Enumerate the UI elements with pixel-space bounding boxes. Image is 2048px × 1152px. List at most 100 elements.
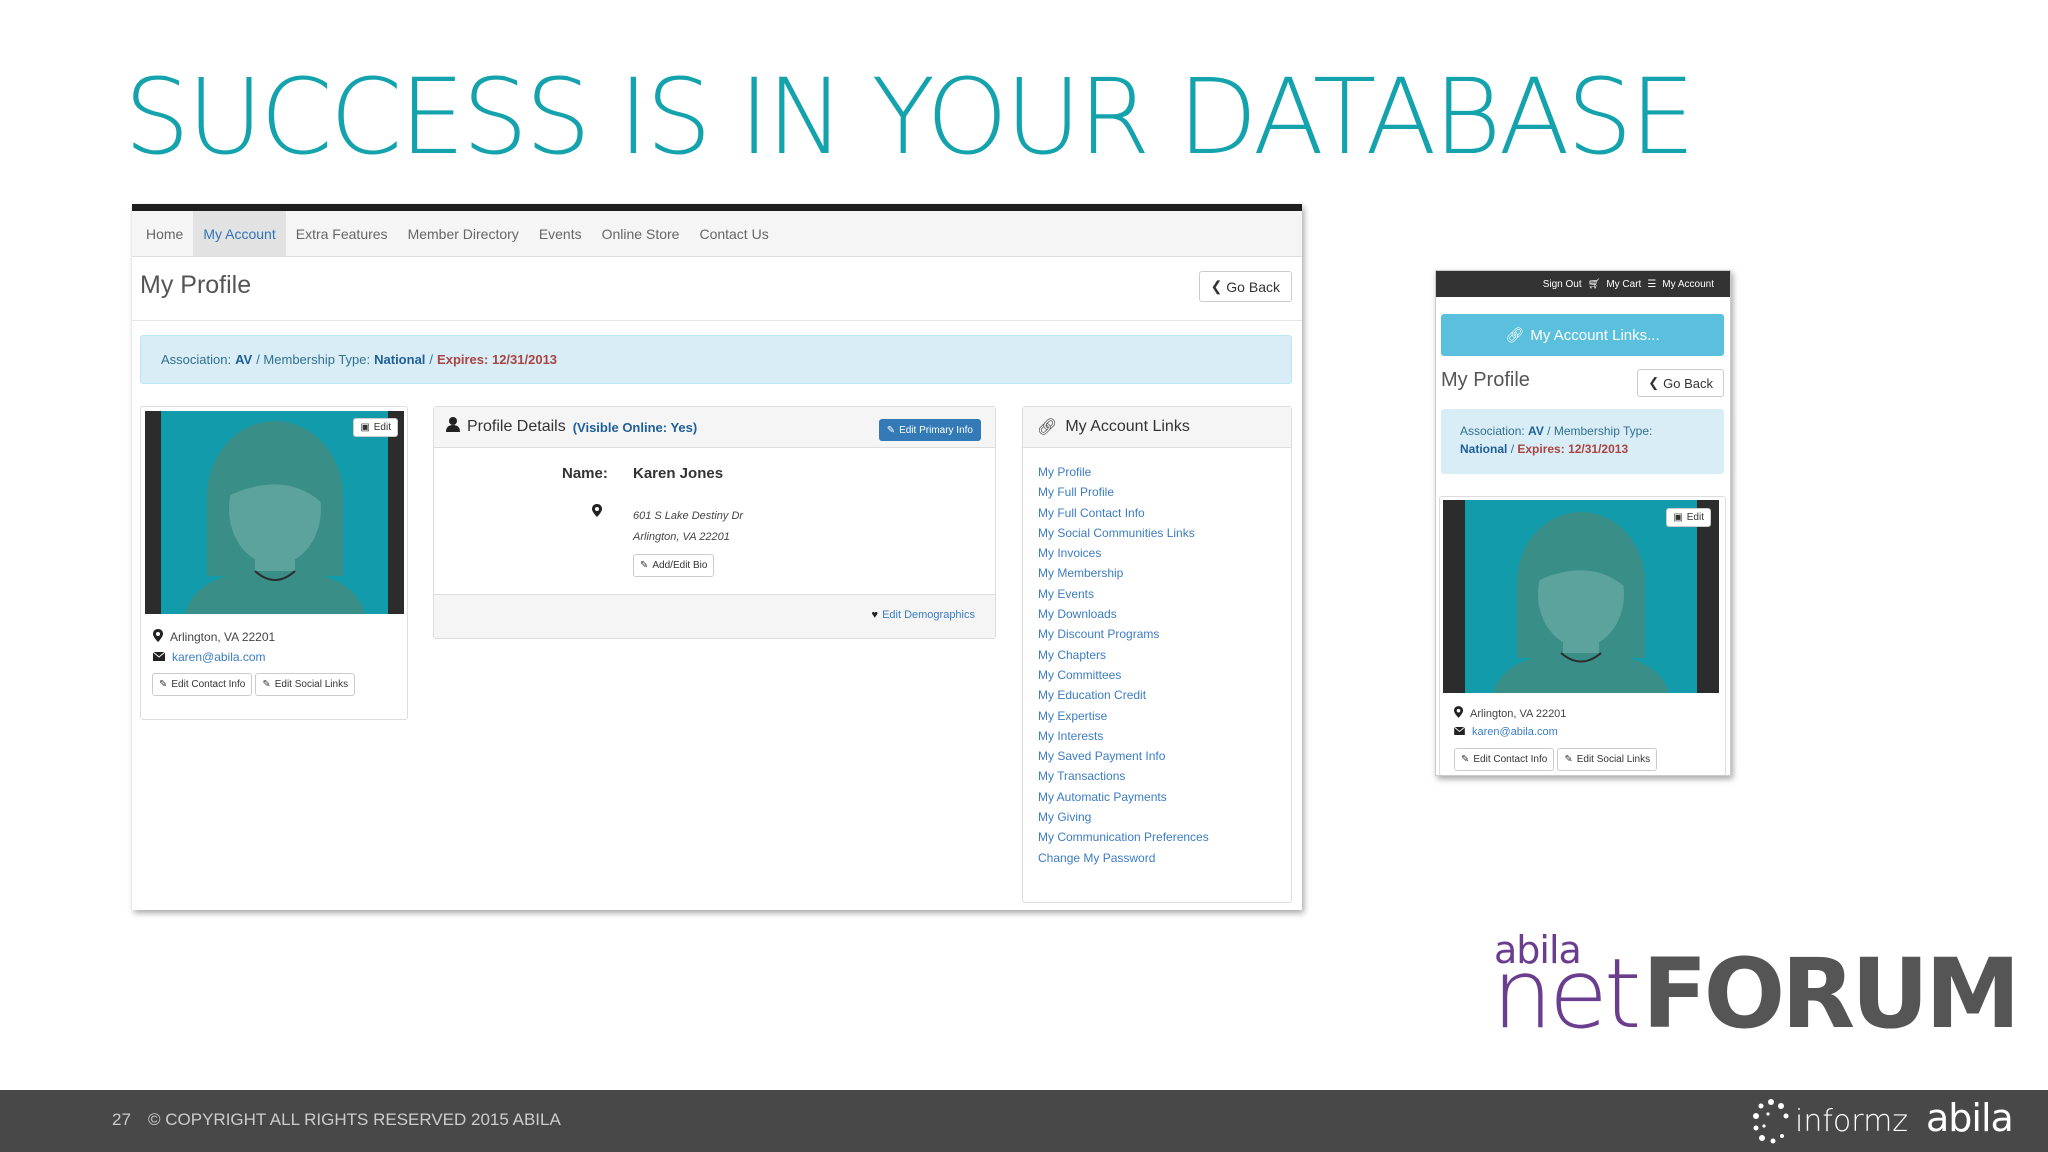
location: Arlington, VA 22201 (1454, 706, 1566, 721)
link-my-discount-programs[interactable]: My Discount Programs (1038, 624, 1291, 644)
email-link[interactable]: karen@abila.com (172, 650, 266, 664)
profile-card: ▣ Edit Arlington, VA 22201 karen@abila.c… (140, 406, 408, 720)
edit-photo-button[interactable]: ▣ Edit (1666, 508, 1711, 527)
link-my-interests[interactable]: My Interests (1038, 726, 1291, 746)
mobile-screenshot: Sign Out 🛒︎ My Cart ☰ My Account 🔗︎ My A… (1435, 270, 1731, 776)
pencil-icon: ✎ (262, 679, 271, 690)
map-marker-icon (592, 504, 602, 522)
go-back-button[interactable]: ❮ Go Back (1198, 271, 1292, 302)
mobile-page-title: My Profile (1441, 369, 1530, 391)
link-my-full-profile[interactable]: My Full Profile (1038, 482, 1291, 502)
member-name: Karen Jones (633, 465, 724, 482)
link-my-social-communities[interactable]: My Social Communities Links (1038, 523, 1291, 543)
informz-dots-icon (1753, 1099, 1789, 1144)
email: karen@abila.com (1453, 726, 1558, 738)
informz-logo: informz (1750, 1098, 1908, 1144)
link-my-saved-payment-info[interactable]: My Saved Payment Info (1038, 746, 1291, 766)
link-icon: 🔗︎ (1505, 327, 1525, 344)
map-marker-icon (1454, 706, 1463, 721)
pencil-icon: ✎ (640, 560, 649, 571)
address: 601 S Lake Destiny Dr Arlington, VA 2220… (633, 510, 744, 543)
slide: SUCCESS IS IN YOUR DATABASE Home My Acco… (0, 0, 2048, 1152)
link-my-committees[interactable]: My Committees (1038, 665, 1291, 685)
edit-photo-button[interactable]: ▣ Edit (353, 418, 398, 437)
netforum-logo: abila net FORUM (1492, 928, 2021, 1050)
mobile-membership-alert: Association: AV / Membership Type: Natio… (1441, 409, 1724, 474)
edit-contact-info-button[interactable]: ✎ Edit Contact Info (152, 673, 253, 696)
link-my-profile[interactable]: My Profile (1038, 462, 1291, 482)
image-icon: ▣ (360, 422, 370, 433)
avatar-illustration (145, 411, 404, 614)
page-number: 27 (112, 1110, 131, 1129)
pencil-icon: ✎ (1461, 754, 1470, 765)
pencil-icon: ✎ (159, 679, 168, 690)
envelope-icon (152, 650, 166, 664)
edit-demographics-link[interactable]: ♥ Edit Demographics (872, 609, 975, 621)
link-my-downloads[interactable]: My Downloads (1038, 604, 1291, 624)
desktop-screenshot: Home My Account Extra Features Member Di… (132, 204, 1302, 910)
link-my-full-contact-info[interactable]: My Full Contact Info (1038, 503, 1291, 523)
edit-contact-info-button[interactable]: ✎ Edit Contact Info (1454, 748, 1555, 771)
top-nav: Home My Account Extra Features Member Di… (132, 211, 1302, 257)
pencil-icon: ✎ (886, 424, 896, 436)
page-title: My Profile (140, 271, 252, 299)
pencil-icon: ✎ (1564, 754, 1573, 765)
nav-extra-features[interactable]: Extra Features (286, 211, 398, 256)
link-my-transactions[interactable]: My Transactions (1038, 766, 1291, 786)
sign-out-link[interactable]: Sign Out (1543, 279, 1582, 290)
mobile-profile-card: ▣ Edit Arlington, VA 22201 karen@abila.c… (1439, 496, 1726, 775)
link-my-giving[interactable]: My Giving (1038, 807, 1291, 827)
envelope-icon (1453, 726, 1466, 738)
link-my-chapters[interactable]: My Chapters (1038, 645, 1291, 665)
nav-my-account[interactable]: My Account (193, 211, 286, 256)
link-my-expertise[interactable]: My Expertise (1038, 706, 1291, 726)
nav-events[interactable]: Events (529, 211, 592, 256)
heart-icon: ♥ (871, 609, 879, 621)
add-edit-bio-button[interactable]: ✎ Add/Edit Bio (633, 554, 715, 577)
link-my-membership[interactable]: My Membership (1038, 563, 1291, 583)
avatar: ▣ Edit (1443, 500, 1719, 693)
edit-social-links-button[interactable]: ✎ Edit Social Links (1557, 748, 1658, 771)
mobile-top-bar: Sign Out 🛒︎ My Cart ☰ My Account (1436, 271, 1730, 297)
profile-card-actions: ✎ Edit Contact Info ✎ Edit Social Links (1454, 748, 1658, 771)
abila-logo: abila (1926, 1096, 2014, 1140)
cart-icon: 🛒︎ (1587, 278, 1601, 290)
nav-member-directory[interactable]: Member Directory (398, 211, 529, 256)
slide-footer: 27 © COPYRIGHT ALL RIGHTS RESERVED 2015 … (0, 1090, 2048, 1152)
name-label: Name: (562, 465, 608, 482)
user-icon (446, 417, 460, 437)
page-header: My Profile ❮ Go Back (132, 257, 1302, 321)
link-my-education-credit[interactable]: My Education Credit (1038, 685, 1291, 705)
email: karen@abila.com (152, 650, 266, 664)
account-links-header: 🔗︎ My Account Links (1023, 407, 1291, 448)
account-links-list: My Profile My Full Profile My Full Conta… (1023, 448, 1291, 868)
chevron-left-icon: ❮ (1210, 278, 1223, 294)
image-icon: ▣ (1673, 512, 1683, 523)
email-link[interactable]: karen@abila.com (1472, 726, 1558, 738)
link-my-invoices[interactable]: My Invoices (1038, 543, 1291, 563)
profile-card-actions: ✎ Edit Contact Info ✎ Edit Social Links (152, 673, 356, 696)
nav-home[interactable]: Home (136, 211, 193, 256)
avatar: ▣ Edit (145, 411, 404, 614)
chevron-left-icon: ❮ (1648, 375, 1660, 390)
mobile-go-back-button[interactable]: ❮ Go Back (1637, 369, 1724, 397)
edit-primary-info-button[interactable]: ✎ Edit Primary Info (878, 419, 981, 441)
nav-contact-us[interactable]: Contact Us (689, 211, 778, 256)
membership-alert: Association: AV / Membership Type: Natio… (140, 335, 1292, 384)
copyright: © COPYRIGHT ALL RIGHTS RESERVED 2015 ABI… (148, 1110, 561, 1129)
map-marker-icon (153, 629, 163, 645)
location: Arlington, VA 22201 (153, 629, 275, 645)
link-change-my-password[interactable]: Change My Password (1038, 848, 1291, 868)
nav-online-store[interactable]: Online Store (592, 211, 690, 256)
profile-details-footer: ♥ Edit Demographics (434, 594, 995, 638)
my-cart-link[interactable]: My Cart (1606, 279, 1641, 290)
list-icon: ☰ (1647, 278, 1657, 290)
link-my-communication-preferences[interactable]: My Communication Preferences (1038, 827, 1291, 847)
edit-social-links-button[interactable]: ✎ Edit Social Links (255, 673, 356, 696)
link-my-events[interactable]: My Events (1038, 584, 1291, 604)
link-my-automatic-payments[interactable]: My Automatic Payments (1038, 787, 1291, 807)
link-icon: 🔗︎ (1037, 419, 1058, 436)
avatar-illustration (1443, 500, 1719, 693)
account-links-button[interactable]: 🔗︎ My Account Links... (1441, 314, 1724, 356)
my-account-link[interactable]: My Account (1662, 279, 1714, 290)
